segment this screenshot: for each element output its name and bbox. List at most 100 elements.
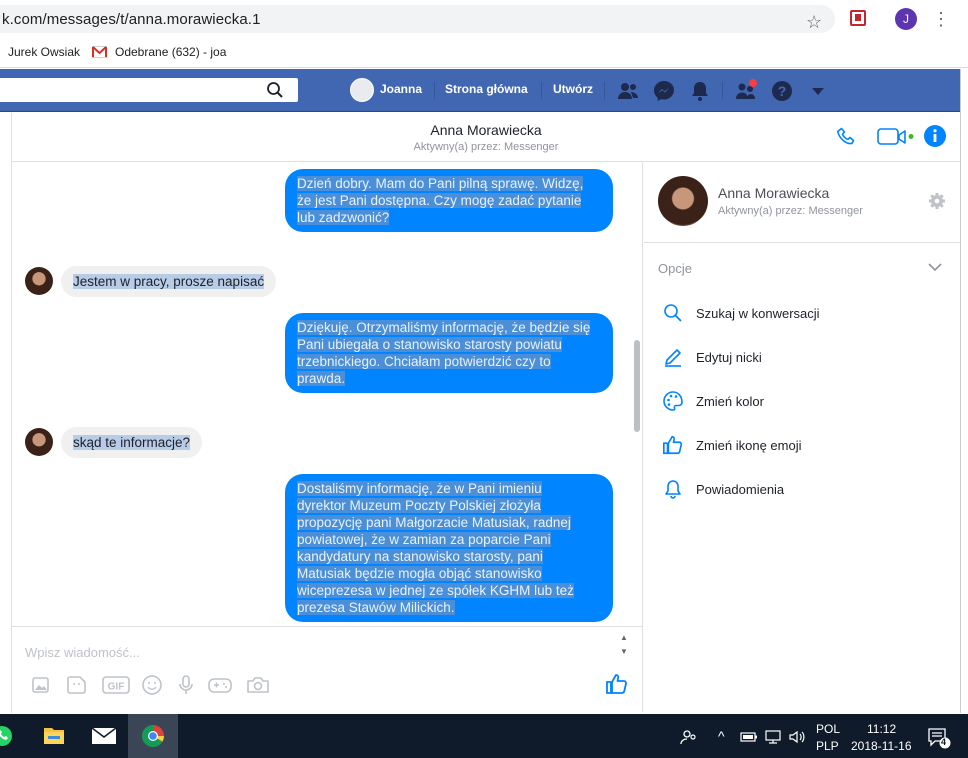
help-icon[interactable]: ?	[770, 79, 794, 103]
search-icon[interactable]	[266, 81, 284, 99]
chevron-down-icon[interactable]	[928, 262, 942, 272]
more-menu-icon[interactable]: ⋮	[932, 6, 950, 32]
message-line: prawda.	[297, 371, 346, 386]
messenger-icon[interactable]	[652, 79, 676, 103]
message-line: że jest Pani dostępna. Czy mogę zadać py…	[297, 193, 582, 208]
keyboard-layout[interactable]: PLP	[816, 739, 839, 753]
contact-profile-photo[interactable]	[658, 176, 708, 226]
emoji-icon[interactable]	[141, 674, 163, 696]
palette-icon	[663, 391, 683, 411]
profile-avatar[interactable]: J	[895, 8, 917, 30]
search-input[interactable]	[0, 78, 298, 102]
message-line: Jestem w pracy, prosze napisać	[73, 274, 265, 289]
conversation-info-panel: Anna Morawiecka Aktywny(a) przez: Messen…	[644, 162, 960, 712]
message-line: Matusiak będzie mogła objąć stanowisko	[297, 566, 542, 581]
browser-toolbar: k.com/messages/t/anna.morawiecka.1 ☆ J ⋮	[0, 0, 968, 38]
outgoing-message[interactable]: Dzień dobry. Mam do Pani pilną sprawę. W…	[285, 169, 613, 232]
pencil-icon	[665, 349, 681, 367]
message-line: Dzień dobry. Mam do Pani pilną sprawę. W…	[297, 176, 584, 191]
video-call-icon[interactable]	[877, 127, 917, 147]
friends-icon[interactable]	[616, 79, 640, 103]
game-controller-icon[interactable]	[207, 674, 233, 696]
composer-scroll-arrows[interactable]: ▲ ▼	[620, 631, 628, 659]
input-language[interactable]: POL	[816, 722, 840, 736]
mail-icon[interactable]	[80, 714, 128, 758]
image-attach-icon[interactable]	[30, 674, 52, 696]
thumbs-up-icon	[663, 435, 683, 455]
gmail-icon	[92, 46, 107, 58]
bookmark-gmail[interactable]: Odebrane (632) - joa	[115, 45, 226, 59]
file-explorer-icon[interactable]	[30, 714, 78, 758]
search-icon	[664, 304, 682, 322]
bell-icon	[665, 480, 681, 499]
create-link[interactable]: Utwórz	[553, 82, 593, 96]
message-line: skąd te informacje?	[73, 435, 191, 450]
conversation-list-edge	[0, 113, 12, 713]
message-input[interactable]: Wpisz wiadomość...	[25, 645, 140, 660]
outgoing-message[interactable]: Dostaliśmy informację, że w Pani imieniu…	[285, 474, 613, 622]
svg-text:GIF: GIF	[108, 682, 125, 693]
user-name[interactable]: Joanna	[380, 82, 422, 96]
gif-icon[interactable]: GIF	[102, 674, 130, 696]
conversation-title[interactable]: Anna Morawiecka	[0, 122, 968, 138]
option-label: Powiadomienia	[696, 482, 785, 497]
home-link[interactable]: Strona główna	[445, 82, 528, 96]
message-line: prezesa Stawów Milickich.	[297, 600, 455, 615]
message-line: powiatowej, że w zamian za poparcie Pani	[297, 532, 551, 547]
options-heading[interactable]: Opcje	[658, 261, 692, 276]
account-menu-caret-icon[interactable]	[806, 79, 830, 103]
people-icon[interactable]	[680, 728, 698, 746]
divider	[604, 82, 605, 100]
url-text[interactable]: k.com/messages/t/anna.morawiecka.1	[2, 11, 261, 28]
quick-help-people-icon[interactable]	[734, 79, 758, 103]
option-label: Zmień ikonę emoji	[696, 438, 802, 453]
bookmarks-bar: Jurek Owsiak Odebrane (632) - joa	[0, 38, 968, 68]
gear-icon[interactable]	[928, 192, 946, 210]
camera-icon[interactable]	[245, 674, 271, 696]
clock-time[interactable]: 11:12	[867, 722, 896, 736]
window-edge	[960, 69, 968, 713]
contact-avatar[interactable]	[25, 428, 53, 456]
divider	[644, 242, 960, 243]
contact-name[interactable]: Anna Morawiecka	[718, 185, 829, 201]
bookmark-star-icon[interactable]: ☆	[806, 12, 822, 33]
message-line: propozycję pani Małgorzacie Matusiak, ra…	[297, 515, 571, 530]
message-line: kandydatury na stanowisko starosty, pani	[297, 549, 543, 564]
message-thread[interactable]: Dzień dobry. Mam do Pani pilną sprawę. W…	[12, 162, 643, 626]
whatsapp-icon[interactable]	[0, 714, 20, 758]
info-icon[interactable]	[924, 125, 946, 147]
address-bar[interactable]: k.com/messages/t/anna.morawiecka.1 ☆	[0, 5, 835, 33]
clock-date[interactable]: 2018-11-16	[851, 739, 912, 753]
windows-taskbar: ^ POL PLP 11:12 2018-11-16 4	[0, 714, 968, 758]
like-thumbs-up-icon[interactable]	[605, 672, 629, 696]
message-line: lub zadzwonić?	[297, 210, 390, 225]
facebook-top-bar: Joanna Strona główna Utwórz ?	[0, 69, 960, 112]
network-icon[interactable]	[764, 729, 782, 745]
divider	[434, 82, 435, 100]
option-label: Szukaj w konwersacji	[696, 306, 820, 321]
incoming-message[interactable]: skąd te informacje?	[61, 427, 203, 458]
svg-text:?: ?	[778, 83, 787, 99]
tray-chevron-up-icon[interactable]: ^	[718, 728, 725, 744]
incoming-message[interactable]: Jestem w pracy, prosze napisać	[61, 266, 277, 297]
sticker-icon[interactable]	[66, 674, 88, 696]
chrome-icon[interactable]	[129, 714, 177, 758]
conversation-header: Anna Morawiecka Aktywny(a) przez: Messen…	[0, 113, 960, 162]
extension-icon[interactable]	[850, 10, 866, 26]
microphone-icon[interactable]	[175, 674, 197, 696]
volume-icon[interactable]	[788, 729, 806, 745]
action-center-icon[interactable]	[927, 727, 951, 749]
conversation-status: Aktywny(a) przez: Messenger	[413, 141, 559, 153]
outgoing-message[interactable]: Dziękuję. Otrzymaliśmy informację, że bę…	[285, 313, 613, 393]
divider	[541, 82, 542, 100]
bookmark-jurek-owsiak[interactable]: Jurek Owsiak	[8, 45, 80, 59]
contact-avatar[interactable]	[25, 267, 53, 295]
thread-scrollbar[interactable]	[634, 340, 640, 432]
battery-icon[interactable]	[740, 730, 758, 744]
message-line: Dziękuję. Otrzymaliśmy informację, że bę…	[297, 320, 591, 335]
message-composer: Wpisz wiadomość... ▲ ▼ GIF	[12, 626, 643, 712]
notifications-bell-icon[interactable]	[688, 79, 712, 103]
message-line: Dostaliśmy informację, że w Pani imieniu	[297, 481, 542, 496]
phone-call-icon[interactable]	[835, 125, 859, 149]
notification-count-badge: 4	[941, 737, 947, 747]
